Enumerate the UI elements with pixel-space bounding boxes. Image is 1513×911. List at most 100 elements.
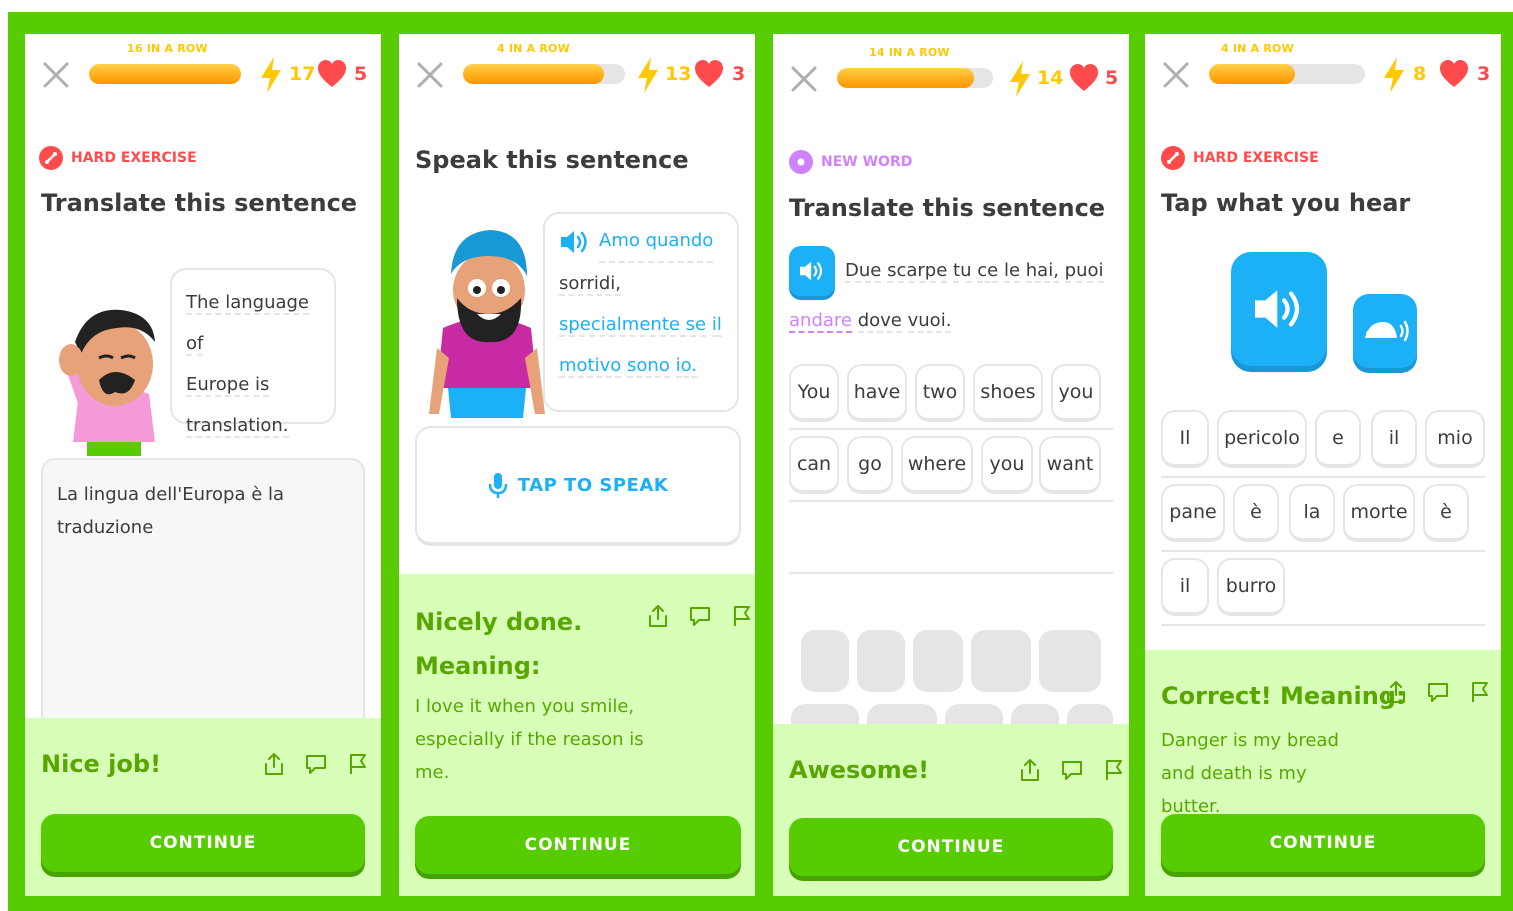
continue-button[interactable]: CONTINUE xyxy=(1161,814,1485,872)
prompt-line[interactable]: Europe is xyxy=(186,374,270,397)
speaker-icon xyxy=(1255,290,1300,328)
sentence-word[interactable]: scarpe xyxy=(887,260,948,283)
prompt-word[interactable]: sono xyxy=(627,355,670,378)
sentence-word[interactable]: puoi xyxy=(1064,260,1104,283)
answer-word-tile[interactable]: have xyxy=(847,364,907,422)
exercise-panel-listen: 4 IN A ROW 8 3 HARD EXERCISE Tap what yo… xyxy=(1145,34,1501,896)
answer-word-tile[interactable]: shoes xyxy=(973,364,1043,422)
answer-word-tile[interactable]: where xyxy=(901,436,973,494)
exercise-title: Translate this sentence xyxy=(789,194,1106,222)
progress-fill xyxy=(463,64,604,84)
answer-word-tile[interactable]: can xyxy=(789,436,839,494)
answer-word-tile[interactable]: You xyxy=(789,364,839,422)
word-bank-tile[interactable]: morte xyxy=(1343,484,1415,542)
answer-word-tile[interactable]: you xyxy=(981,436,1033,494)
progress-fill xyxy=(89,64,241,84)
word-bank-tile[interactable]: è xyxy=(1233,484,1279,542)
heart-icon xyxy=(1440,60,1468,87)
share-icon[interactable] xyxy=(647,604,669,628)
flag-icon[interactable] xyxy=(731,604,753,628)
share-icon[interactable] xyxy=(1385,680,1407,704)
prompt-line[interactable]: translation. xyxy=(186,415,289,438)
prompt-line[interactable]: sorridi, xyxy=(559,273,622,296)
comment-icon[interactable] xyxy=(305,752,327,776)
sentence-word[interactable]: hai, xyxy=(1025,260,1059,283)
continue-button[interactable]: CONTINUE xyxy=(415,816,741,874)
lesson-progress-bar xyxy=(463,64,625,84)
sentence-word[interactable]: tu xyxy=(953,260,972,283)
new-word-badge: NEW WORD xyxy=(789,150,912,174)
speaker-icon[interactable] xyxy=(559,228,591,256)
badge-label: HARD EXERCISE xyxy=(1193,150,1319,166)
play-audio-button[interactable] xyxy=(1231,252,1327,366)
share-icon[interactable] xyxy=(263,752,285,776)
exercise-title: Tap what you hear xyxy=(1161,189,1411,217)
prompt-speech-bubble: Amo quando sorridi, specialmente se il m… xyxy=(543,212,739,412)
hearts-count: 5 xyxy=(354,63,368,85)
streak-label: 16 IN A ROW xyxy=(127,42,208,55)
prompt-line[interactable]: The language of xyxy=(186,292,310,356)
answer-word-tile[interactable]: want xyxy=(1039,436,1101,494)
answer-line xyxy=(789,428,1113,430)
lesson-progress-bar xyxy=(89,64,241,84)
close-icon[interactable] xyxy=(789,64,819,94)
tap-to-speak-button[interactable]: TAP TO SPEAK xyxy=(415,426,741,546)
word-bank-tile[interactable]: e xyxy=(1315,410,1361,468)
prompt-word[interactable]: io. xyxy=(675,355,697,378)
sentence-word[interactable]: Due xyxy=(845,260,882,283)
dumbbell-icon xyxy=(39,146,63,170)
comment-icon[interactable] xyxy=(1061,758,1083,782)
comment-icon[interactable] xyxy=(1427,680,1449,704)
feedback-footer: Nicely done. Meaning: I love it when you… xyxy=(399,574,755,896)
sentence-word[interactable]: dove xyxy=(857,310,902,333)
word-bank-tile[interactable]: il xyxy=(1371,410,1417,468)
used-tile-placeholder xyxy=(971,630,1031,692)
word-bank-tile[interactable]: pane xyxy=(1161,484,1225,542)
close-icon[interactable] xyxy=(41,60,71,90)
answer-line xyxy=(789,572,1113,574)
word-bank-tile[interactable]: il xyxy=(1161,558,1209,616)
slow-audio-button[interactable] xyxy=(1353,294,1417,368)
prompt-word[interactable]: il xyxy=(711,314,722,337)
sentence-word[interactable]: vuoi. xyxy=(907,310,952,333)
translation-input[interactable]: La lingua dell'Europa è la traduzione xyxy=(41,458,365,748)
microphone-icon xyxy=(488,473,508,498)
word-bank-tile[interactable]: Il xyxy=(1161,410,1209,468)
continue-button[interactable]: CONTINUE xyxy=(789,818,1113,876)
dumbbell-icon xyxy=(1161,146,1185,170)
continue-button[interactable]: CONTINUE xyxy=(41,814,365,872)
gems-count: 8 xyxy=(1413,63,1427,85)
exercise-title: Translate this sentence xyxy=(41,189,358,217)
word-bank-tile[interactable]: burro xyxy=(1217,558,1285,616)
word-bank-tile[interactable]: è xyxy=(1423,484,1469,542)
sentence-word[interactable]: ce xyxy=(977,260,999,283)
answer-word-tile[interactable]: two xyxy=(915,364,965,422)
feedback-title: Nicely done. xyxy=(415,608,583,636)
exercise-panel-translate-2: 14 IN A ROW 14 5 NEW WORD Translate this… xyxy=(773,34,1129,896)
word-bank-tile[interactable]: la xyxy=(1289,484,1335,542)
flag-icon[interactable] xyxy=(347,752,369,776)
word-bank-tile[interactable]: pericolo xyxy=(1217,410,1307,468)
word-bank-tile[interactable]: mio xyxy=(1425,410,1485,468)
feedback-actions xyxy=(647,604,753,628)
answer-line xyxy=(1161,476,1485,478)
used-tile-placeholder xyxy=(857,630,905,692)
share-icon[interactable] xyxy=(1019,758,1041,782)
comment-icon[interactable] xyxy=(689,604,711,628)
new-word-highlight[interactable]: andare xyxy=(789,310,852,333)
source-sentence: Due scarpe tu ce le hai, puoi andare dov… xyxy=(789,246,1111,346)
heart-icon xyxy=(318,60,346,87)
close-icon[interactable] xyxy=(1161,60,1191,90)
sentence-word[interactable]: le xyxy=(1003,260,1021,283)
answer-word-tile[interactable]: you xyxy=(1051,364,1101,422)
badge-label: NEW WORD xyxy=(821,154,913,170)
streak-label: 14 IN A ROW xyxy=(869,46,950,59)
prompt-line[interactable]: specialmente se xyxy=(559,314,707,337)
answer-line xyxy=(1161,550,1485,552)
answer-word-tile[interactable]: go xyxy=(847,436,893,494)
flag-icon[interactable] xyxy=(1469,680,1491,704)
flag-icon[interactable] xyxy=(1103,758,1125,782)
prompt-word[interactable]: motivo xyxy=(559,355,622,378)
close-icon[interactable] xyxy=(415,60,445,90)
prompt-line[interactable]: Amo quando xyxy=(599,220,714,263)
